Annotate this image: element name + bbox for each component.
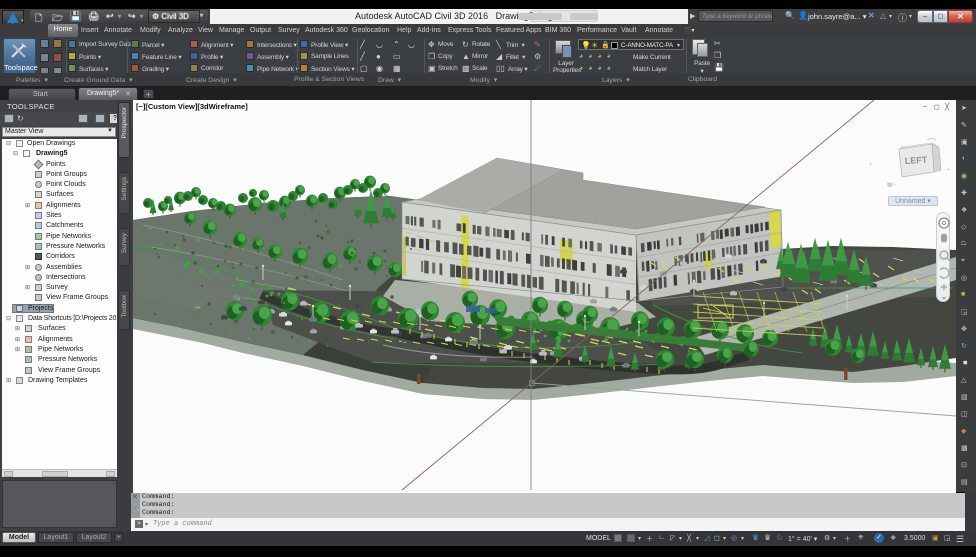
svg-text:LEFT: LEFT <box>904 154 928 166</box>
